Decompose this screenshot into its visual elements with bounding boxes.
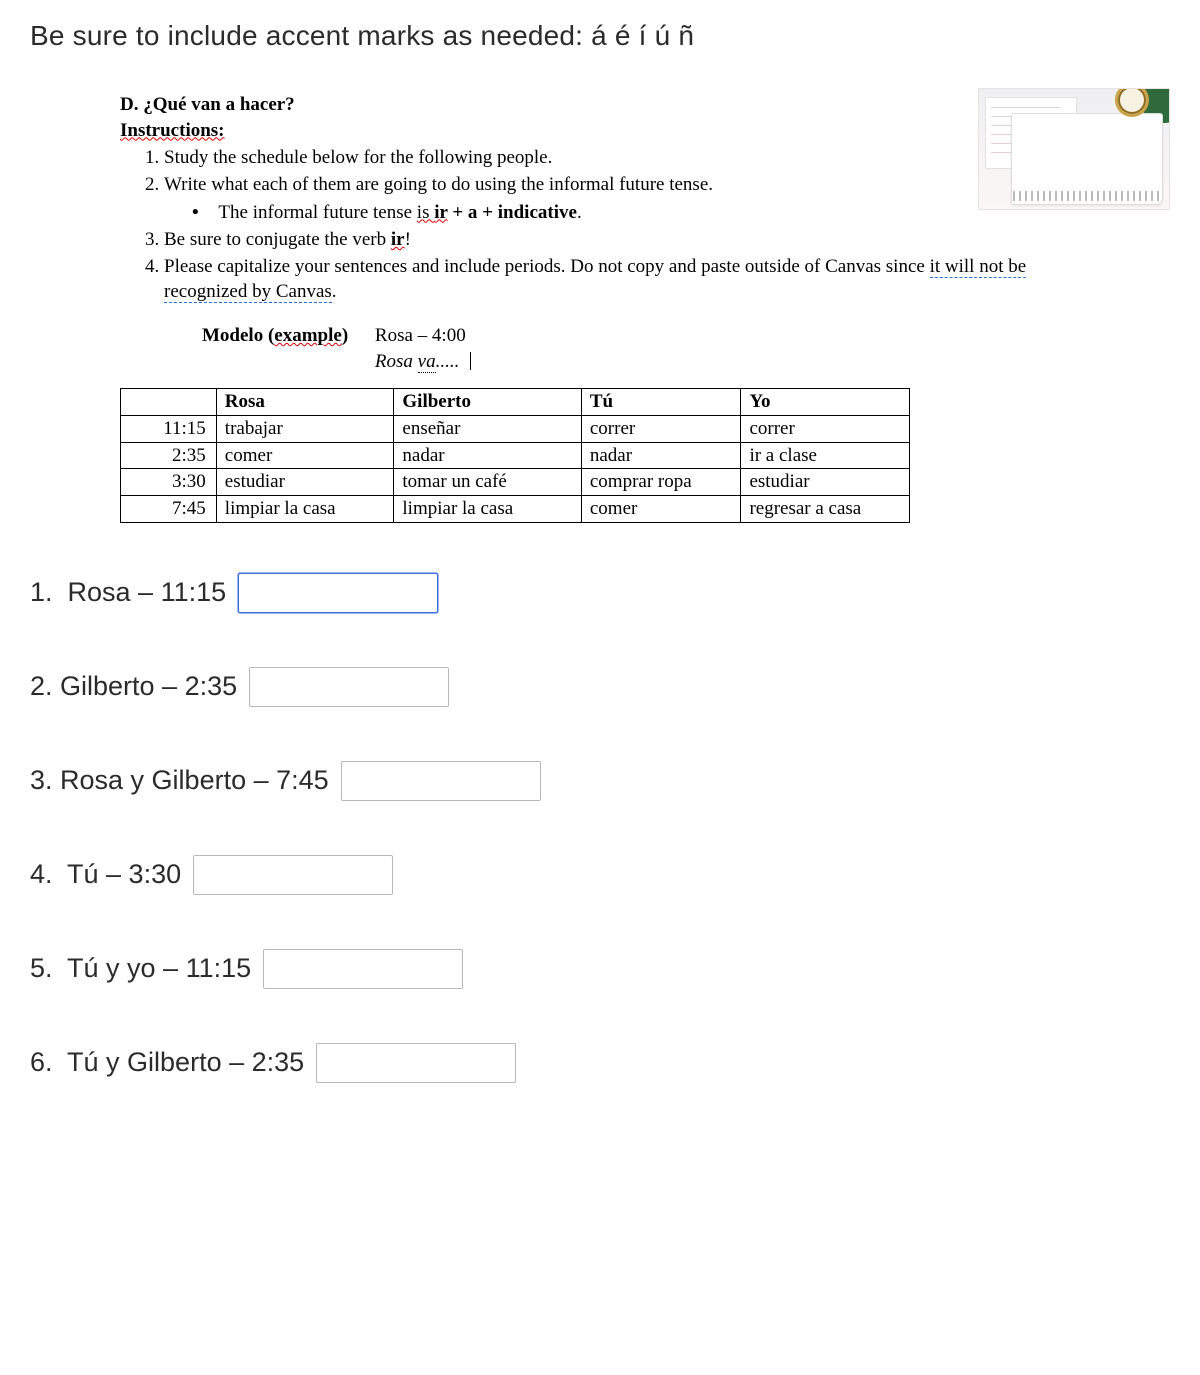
text: ir: [434, 202, 447, 223]
table-row: 11:15 trabajar enseñar correr correr: [121, 416, 910, 443]
cell: enseñar: [394, 416, 581, 443]
instructions-list: Study the schedule below for the followi…: [120, 145, 1090, 305]
instruction-item: Please capitalize your sentences and inc…: [164, 254, 1090, 305]
question-label: 5. Tú y yo – 11:15: [30, 953, 251, 984]
instruction-text: Be sure to conjugate the verb: [164, 229, 391, 250]
cell: trabajar: [216, 416, 394, 443]
schedule-table: Rosa Gilberto Tú Yo 11:15 trabajar enseñ…: [120, 388, 910, 522]
question-row: 6. Tú y Gilberto – 2:35: [30, 1043, 1170, 1083]
text: is: [417, 202, 434, 223]
cell: estudiar: [216, 469, 394, 496]
cell: 7:45: [121, 495, 217, 522]
cell: correr: [581, 416, 741, 443]
instruction-sub-item: The informal future tense is ir + a + in…: [192, 200, 1090, 226]
table-header: Tú: [581, 389, 741, 416]
exercise-block: D. ¿Qué van a hacer? Instructions: Study…: [120, 92, 1090, 523]
cell: 11:15: [121, 416, 217, 443]
question-label: 4. Tú – 3:30: [30, 859, 181, 890]
answer-input-4[interactable]: [193, 855, 393, 895]
cell: limpiar la casa: [394, 495, 581, 522]
text: ir: [391, 229, 405, 250]
cell: regresar a casa: [741, 495, 910, 522]
section-heading: D. ¿Qué van a hacer?: [120, 94, 295, 115]
cell: 3:30: [121, 469, 217, 496]
table-header: Yo: [741, 389, 910, 416]
cell: comer: [216, 442, 394, 469]
question-row: 1. Rosa – 11:15: [30, 573, 1170, 613]
question-row: 4. Tú – 3:30: [30, 855, 1170, 895]
text: ): [342, 325, 348, 346]
instruction-item: Write what each of them are going to do …: [164, 172, 1090, 225]
instruction-item: Study the schedule below for the followi…: [164, 145, 1090, 171]
cell: nadar: [581, 442, 741, 469]
instruction-text: Study the schedule below for the followi…: [164, 147, 552, 168]
planner-image: [978, 88, 1170, 210]
cell: 2:35: [121, 442, 217, 469]
questions-block: 1. Rosa – 11:15 2. Gilberto – 2:35 3. Ro…: [30, 573, 1170, 1083]
table-header-row: Rosa Gilberto Tú Yo: [121, 389, 910, 416]
table-row: 7:45 limpiar la casa limpiar la casa com…: [121, 495, 910, 522]
text: va: [418, 351, 436, 373]
text: Rosa: [375, 351, 418, 372]
answer-input-5[interactable]: [263, 949, 463, 989]
cell: nadar: [394, 442, 581, 469]
question-label: 2. Gilberto – 2:35: [30, 671, 237, 702]
modelo-line1: Rosa – 4:00: [375, 325, 466, 346]
text: The informal future tense: [218, 202, 416, 223]
table-header: Gilberto: [394, 389, 581, 416]
modelo-label: Modelo (: [202, 325, 274, 346]
cell: ir a clase: [741, 442, 910, 469]
question-label: 3. Rosa y Gilberto – 7:45: [30, 765, 329, 796]
question-label: 1. Rosa – 11:15: [30, 577, 226, 608]
text: .....: [436, 351, 460, 372]
question-row: 5. Tú y yo – 11:15: [30, 949, 1170, 989]
cell: comer: [581, 495, 741, 522]
answer-input-2[interactable]: [249, 667, 449, 707]
answer-input-1[interactable]: [238, 573, 438, 613]
instruction-item: Be sure to conjugate the verb ir!: [164, 227, 1090, 253]
instruction-text: Write what each of them are going to do …: [164, 174, 713, 195]
question-label: 6. Tú y Gilberto – 2:35: [30, 1047, 304, 1078]
answer-input-3[interactable]: [341, 761, 541, 801]
answer-input-6[interactable]: [316, 1043, 516, 1083]
instruction-text: Please capitalize your sentences and inc…: [164, 256, 930, 277]
text-cursor-icon: [470, 352, 471, 370]
question-row: 2. Gilberto – 2:35: [30, 667, 1170, 707]
text: + a + indicative: [448, 202, 577, 223]
table-row: 2:35 comer nadar nadar ir a clase: [121, 442, 910, 469]
modelo-row: Modelo (example) Rosa – 4:00 Rosa va....…: [202, 323, 1090, 374]
table-header: Rosa: [216, 389, 394, 416]
question-row: 3. Rosa y Gilberto – 7:45: [30, 761, 1170, 801]
cell: comprar ropa: [581, 469, 741, 496]
cell: correr: [741, 416, 910, 443]
table-row: 3:30 estudiar tomar un café comprar ropa…: [121, 469, 910, 496]
cell: estudiar: [741, 469, 910, 496]
modelo-example: example: [274, 325, 342, 346]
cell: limpiar la casa: [216, 495, 394, 522]
table-header: [121, 389, 217, 416]
instructions-label: Instructions:: [120, 120, 225, 141]
accent-note: Be sure to include accent marks as neede…: [30, 20, 1170, 52]
cell: tomar un café: [394, 469, 581, 496]
